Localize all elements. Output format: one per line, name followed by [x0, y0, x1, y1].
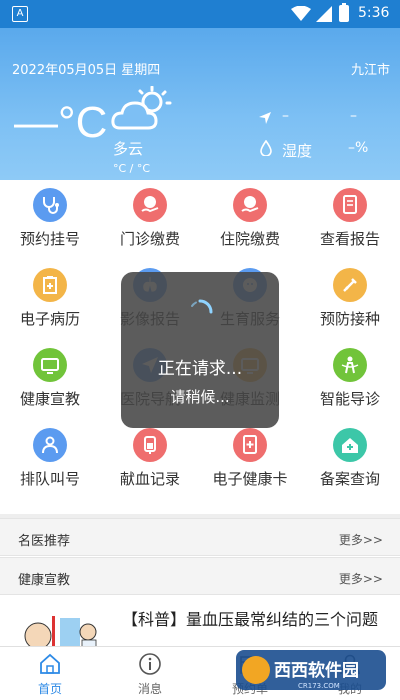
- weather-city[interactable]: 九江市: [351, 59, 390, 78]
- wind-direction-value: –: [282, 108, 289, 124]
- watermark-logo: 西西软件园 CR173.COM: [236, 650, 386, 690]
- service-label: 电子健康卡: [212, 470, 288, 488]
- service-label: 预防接种: [319, 310, 380, 328]
- signal-icon: [316, 6, 332, 22]
- tab-home[interactable]: 首页: [0, 647, 100, 700]
- yen-hand-icon: [233, 188, 267, 222]
- status-bar: A 5:36: [0, 0, 400, 28]
- service-label: 电子病历: [19, 310, 80, 328]
- service-item[interactable]: 住院缴费: [200, 182, 300, 262]
- tab-messages[interactable]: 消息: [100, 647, 200, 700]
- cloudy-sun-icon: [111, 86, 172, 130]
- loading-submessage: 请稍候...: [170, 388, 230, 406]
- news-title: 【科普】量血压最常纠结的三个问题: [122, 610, 379, 629]
- loading-dialog: 正在请求... 请稍候...: [121, 272, 279, 428]
- wifi-icon: [291, 6, 311, 21]
- info-icon: [139, 653, 161, 675]
- weather-date: 2022年05月05日 星期四: [12, 63, 161, 78]
- blood-bag-icon: [133, 428, 167, 462]
- person-icon: [33, 428, 67, 462]
- news-item[interactable]: 【科普】量血压最常纠结的三个问题: [0, 598, 400, 646]
- watermark-text: 西西软件园: [274, 660, 359, 681]
- humidity-drop-icon: [260, 140, 272, 156]
- service-label: 健康宣教: [19, 390, 80, 408]
- clipboard-icon: [33, 268, 67, 302]
- report-icon: [333, 188, 367, 222]
- guide-person-icon: [333, 348, 367, 382]
- health-card-icon: [233, 428, 267, 462]
- service-label: 献血记录: [119, 470, 180, 488]
- service-item[interactable]: 备案查询: [300, 422, 400, 502]
- service-item[interactable]: 献血记录: [100, 422, 200, 502]
- service-label: 智能导诊: [319, 390, 380, 408]
- syringe-icon: [333, 268, 367, 302]
- service-item[interactable]: 电子病历: [0, 262, 100, 342]
- weather-panel: 2022年05月05日 星期四 九江市 —°C 多云 °C / °C – – 湿…: [0, 28, 400, 180]
- weather-range: °C / °C: [113, 162, 151, 175]
- tab-label: 首页: [37, 682, 62, 696]
- home-icon: [40, 653, 60, 674]
- clock: 5:36: [358, 5, 390, 21]
- section-title: 健康宣教: [18, 573, 71, 588]
- service-label: 门诊缴费: [119, 230, 180, 248]
- service-item[interactable]: 电子健康卡: [200, 422, 300, 502]
- loading-message: 正在请求...: [157, 359, 243, 379]
- service-item[interactable]: 预约挂号: [0, 182, 100, 262]
- more-link[interactable]: 更多>>: [339, 570, 383, 587]
- weather-condition: 多云: [113, 140, 144, 158]
- service-item[interactable]: 排队叫号: [0, 422, 100, 502]
- home-plus-icon: [333, 428, 367, 462]
- watermark-sub: CR173.COM: [298, 682, 340, 690]
- section-doctors: 名医推荐 更多>>: [0, 518, 400, 556]
- section-title: 名医推荐: [18, 534, 71, 549]
- section-education: 健康宣教 更多>>: [0, 557, 400, 595]
- app-notification-icon: A: [12, 6, 28, 22]
- service-item[interactable]: 门诊缴费: [100, 182, 200, 262]
- service-item[interactable]: 健康宣教: [0, 342, 100, 422]
- service-item[interactable]: 查看报告: [300, 182, 400, 262]
- more-link[interactable]: 更多>>: [339, 531, 383, 548]
- loading-spinner-icon: [191, 299, 213, 314]
- weather-temperature: —°C: [14, 98, 108, 147]
- humidity-value: –%: [348, 140, 369, 156]
- humidity-label: 湿度: [282, 142, 313, 160]
- wind-speed-value: –: [350, 108, 357, 124]
- battery-icon: [339, 3, 349, 22]
- service-item[interactable]: 智能导诊: [300, 342, 400, 422]
- service-item[interactable]: 预防接种: [300, 262, 400, 342]
- service-label: 预约挂号: [19, 230, 80, 248]
- news-thumbnail: [16, 606, 108, 646]
- tab-label: 消息: [137, 682, 162, 696]
- service-label: 排队叫号: [19, 470, 80, 488]
- yen-hand-icon: [133, 188, 167, 222]
- direction-arrow-icon: [259, 112, 271, 124]
- stethoscope-icon: [33, 188, 67, 222]
- monitor-icon: [33, 348, 67, 382]
- service-label: 查看报告: [319, 230, 380, 248]
- service-label: 备案查询: [319, 470, 380, 488]
- service-label: 住院缴费: [219, 230, 280, 248]
